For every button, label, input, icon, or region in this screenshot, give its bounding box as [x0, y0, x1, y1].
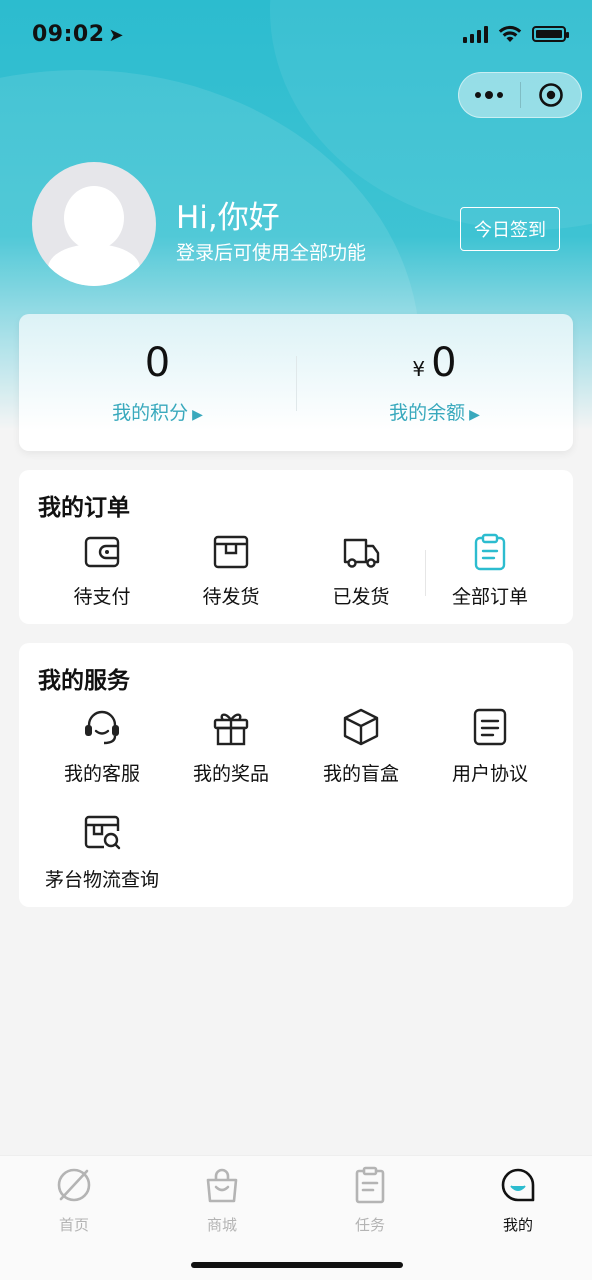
wifi-icon [498, 25, 522, 42]
order-pending-payment-label: 待支付 [73, 586, 131, 608]
tab-home-label: 首页 [58, 1216, 89, 1234]
stats-card: 0 我的积分 ▶ ¥0 我的余额 ▶ [19, 314, 573, 451]
order-pending-shipment-label: 待发货 [202, 586, 260, 608]
avatar[interactable] [32, 162, 156, 286]
user-profile-icon [501, 1168, 535, 1202]
tab-tasks[interactable]: 任务 [296, 1166, 444, 1235]
target-circle-icon [538, 83, 563, 107]
location-arrow-icon: ➤ [108, 25, 125, 46]
dot-icon [497, 92, 504, 98]
services-title: 我的服务 [38, 668, 130, 694]
orders-title: 我的订单 [38, 495, 130, 521]
close-miniprogram-button[interactable] [520, 82, 581, 108]
balance-label: 我的余额 ▶ [296, 398, 573, 425]
service-blind-box-label: 我的盲盒 [322, 763, 399, 785]
battery-icon [532, 26, 569, 42]
more-menu-button[interactable] [459, 91, 520, 99]
balance-value: ¥0 [296, 340, 573, 386]
service-prizes[interactable]: 我的奖品 [161, 707, 301, 787]
document-icon [473, 708, 507, 746]
tab-mine[interactable]: 我的 [444, 1166, 592, 1235]
service-blind-box[interactable]: 我的盲盒 [291, 707, 431, 787]
login-hint-text[interactable]: 登录后可使用全部功能 [176, 238, 366, 265]
points-stat[interactable]: 0 我的积分 ▶ [19, 314, 296, 451]
shopping-bag-icon [206, 1168, 238, 1203]
default-user-icon [48, 186, 140, 286]
tab-tasks-label: 任务 [354, 1216, 385, 1234]
currency-symbol: ¥ [412, 357, 426, 381]
order-pending-shipment[interactable]: 待发货 [161, 532, 301, 612]
service-prizes-label: 我的奖品 [192, 763, 269, 785]
points-label: 我的积分 ▶ [19, 398, 296, 425]
status-icons [463, 25, 569, 43]
home-indicator[interactable] [191, 1262, 403, 1268]
balance-amount: 0 [431, 340, 457, 386]
tab-home[interactable]: 首页 [0, 1166, 148, 1235]
headset-icon [85, 710, 119, 745]
tab-mall-label: 商城 [206, 1216, 237, 1234]
triangle-right-icon: ▶ [469, 407, 480, 423]
gift-icon [213, 713, 249, 746]
tab-mine-label: 我的 [502, 1216, 533, 1234]
balance-stat[interactable]: ¥0 我的余额 ▶ [296, 314, 573, 451]
wallet-icon [84, 536, 120, 568]
package-box-icon [213, 535, 249, 569]
cellular-signal-icon [463, 25, 488, 43]
points-value: 0 [144, 340, 171, 386]
orders-section: 我的订单 待支付 待发货 已发货 全部订单 [19, 470, 573, 624]
service-user-agreement[interactable]: 用户协议 [420, 707, 560, 787]
tab-mall[interactable]: 商城 [148, 1166, 296, 1235]
service-customer-support-label: 我的客服 [63, 763, 140, 785]
order-all-label: 全部订单 [451, 586, 528, 608]
service-customer-support[interactable]: 我的客服 [32, 707, 172, 787]
service-logistics-query[interactable]: 茅台物流查询 [32, 813, 172, 893]
greeting-text: Hi,你好 [176, 200, 280, 236]
order-shipped-label: 已发货 [332, 586, 390, 608]
order-all[interactable]: 全部订单 [420, 532, 560, 612]
points-label-text: 我的积分 [112, 402, 189, 424]
dot-icon [485, 91, 494, 99]
daily-checkin-button[interactable]: 今日签到 [460, 207, 560, 251]
miniprogram-capsule [458, 72, 582, 118]
service-user-agreement-label: 用户协议 [451, 763, 528, 785]
order-shipped[interactable]: 已发货 [291, 532, 431, 612]
clipboard-icon [474, 533, 506, 571]
cube-box-icon [343, 708, 379, 746]
triangle-right-icon: ▶ [192, 407, 203, 423]
order-pending-payment[interactable]: 待支付 [32, 532, 172, 612]
dot-icon [475, 92, 482, 98]
status-time: 09:02 ➤ [32, 22, 124, 47]
compass-icon [57, 1168, 91, 1202]
logistics-search-icon [84, 815, 121, 850]
services-section: 我的服务 我的客服 我的奖品 我的盲盒 用户协议 茅台物流查询 [19, 643, 573, 907]
task-list-icon [355, 1166, 385, 1204]
status-time-text: 09:02 [32, 22, 105, 47]
delivery-truck-icon [343, 538, 380, 568]
balance-label-text: 我的余额 [389, 402, 466, 424]
service-logistics-query-label: 茅台物流查询 [44, 869, 159, 891]
